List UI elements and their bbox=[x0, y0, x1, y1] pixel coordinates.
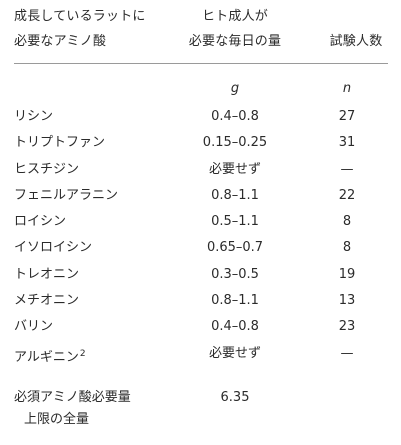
unit-grams: g bbox=[230, 81, 240, 96]
amino-acid-name: イソロイシン bbox=[14, 240, 93, 256]
header-subject-count: 試験人数 bbox=[329, 34, 383, 49]
amino-acid-name: メチオニン bbox=[14, 293, 80, 309]
amino-acid-name-text: アルギニン bbox=[14, 349, 79, 365]
subject-count: 31 bbox=[338, 135, 356, 151]
header-daily-requirement: ヒト成人が 必要な毎日の量 bbox=[171, 4, 299, 54]
total-amount: 6.35 bbox=[220, 390, 250, 405]
header-col2-line2: 必要な毎日の量 bbox=[188, 34, 282, 49]
table-row: トレオニン 0.3–0.5 19 bbox=[0, 262, 401, 288]
subject-count: 19 bbox=[338, 266, 356, 282]
daily-amount: 必要せず bbox=[208, 161, 261, 177]
daily-amount: 0.5–1.1 bbox=[211, 214, 259, 230]
subject-count: 8 bbox=[342, 214, 352, 230]
amino-acid-name: リシン bbox=[14, 109, 54, 124]
table-row: リシン 0.4–0.8 27 bbox=[0, 104, 401, 130]
table-row: ヒスチジン 必要せず — bbox=[0, 157, 401, 183]
subject-count: 8 bbox=[342, 240, 352, 256]
subject-count: — bbox=[340, 161, 354, 177]
subject-count: 23 bbox=[338, 319, 356, 335]
amino-acid-name: ロイシン bbox=[14, 214, 67, 230]
amino-acid-name: フェニルアラニン bbox=[14, 187, 119, 203]
table-row: トリプトファン 0.15–0.25 31 bbox=[0, 130, 401, 156]
header-col1-line2: 必要なアミノ酸 bbox=[14, 34, 107, 49]
subject-count: 22 bbox=[338, 187, 356, 203]
table-row: メチオニン 0.8–1.1 13 bbox=[0, 288, 401, 314]
subject-count: 27 bbox=[338, 109, 356, 124]
header-col1-line1: 成長しているラットに bbox=[14, 9, 146, 24]
table-row: イソロイシン 0.65–0.7 8 bbox=[0, 235, 401, 261]
header-divider bbox=[14, 63, 388, 64]
daily-amount: 0.3–0.5 bbox=[211, 266, 259, 282]
table-row: ロイシン 0.5–1.1 8 bbox=[0, 209, 401, 235]
amino-acid-table: 成長しているラットに 必要なアミノ酸 ヒト成人が 必要な毎日の量 試験人数 g … bbox=[0, 0, 401, 445]
amino-acid-name: ヒスチジン bbox=[14, 161, 80, 177]
table-row: アルギニン2 必要せず — bbox=[0, 341, 401, 367]
unit-count: n bbox=[342, 81, 352, 96]
amino-acid-name: トリプトファン bbox=[14, 135, 106, 151]
daily-amount: 0.65–0.7 bbox=[206, 240, 264, 256]
table-body: リシン 0.4–0.8 27 トリプトファン 0.15–0.25 31 ヒスチジ… bbox=[0, 104, 401, 367]
amino-acid-name: トレオニン bbox=[14, 266, 80, 282]
daily-amount: 0.15–0.25 bbox=[202, 135, 268, 151]
footnote-marker: 2 bbox=[79, 348, 86, 359]
daily-amount: 0.8–1.1 bbox=[211, 187, 259, 203]
subject-count: 13 bbox=[338, 293, 356, 309]
table-row: フェニルアラニン 0.8–1.1 22 bbox=[0, 183, 401, 209]
amino-acid-name: アルギニン2 bbox=[14, 341, 86, 371]
daily-amount: 0.4–0.8 bbox=[211, 109, 259, 124]
daily-amount: 必要せず bbox=[208, 345, 261, 361]
total-label-line2: 上限の全量 bbox=[24, 412, 90, 427]
amino-acid-name: バリン bbox=[14, 319, 54, 335]
header-col2-line1: ヒト成人が bbox=[201, 9, 268, 24]
table-row: バリン 0.4–0.8 23 bbox=[0, 314, 401, 340]
header-rat-amino-acids: 成長しているラットに 必要なアミノ酸 bbox=[14, 4, 146, 54]
daily-amount: 0.8–1.1 bbox=[211, 293, 259, 309]
subject-count: — bbox=[340, 345, 354, 361]
daily-amount: 0.4–0.8 bbox=[211, 319, 259, 335]
